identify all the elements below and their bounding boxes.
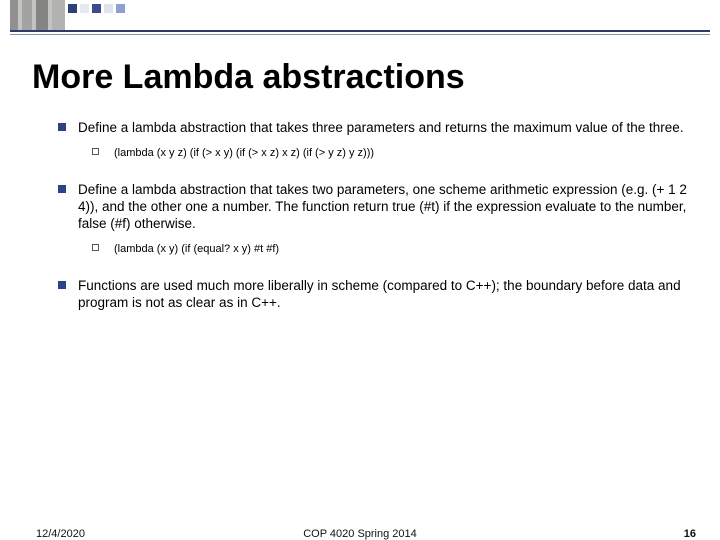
bullet-item: Functions are used much more liberally i… <box>58 277 690 312</box>
slide-title: More Lambda abstractions <box>32 58 720 97</box>
square-bullet-icon <box>58 281 66 289</box>
header-rule-thin <box>10 34 710 35</box>
sub-text: (lambda (x y z) (if (> x y) (if (> x z) … <box>114 147 374 159</box>
header-photo <box>10 0 65 30</box>
bullet-item: Define a lambda abstraction that takes t… <box>58 119 690 161</box>
bullet-text: Functions are used much more liberally i… <box>78 278 681 310</box>
bullet-item: Define a lambda abstraction that takes t… <box>58 181 690 257</box>
hollow-square-bullet-icon <box>92 244 99 251</box>
sub-item: (lambda (x y) (if (equal? x y) #t #f) <box>92 242 690 256</box>
header-squares <box>68 4 125 13</box>
square-bullet-icon <box>58 123 66 131</box>
header-rule <box>10 30 710 32</box>
slide-header <box>0 0 720 38</box>
bullet-text: Define a lambda abstraction that takes t… <box>78 182 687 232</box>
sub-text: (lambda (x y) (if (equal? x y) #t #f) <box>114 243 279 255</box>
hollow-square-bullet-icon <box>92 148 99 155</box>
square-bullet-icon <box>58 185 66 193</box>
bullet-text: Define a lambda abstraction that takes t… <box>78 120 684 135</box>
slide-body: Define a lambda abstraction that takes t… <box>58 119 690 311</box>
sub-item: (lambda (x y z) (if (> x y) (if (> x z) … <box>92 146 690 160</box>
footer-course: COP 4020 Spring 2014 <box>0 528 720 540</box>
footer-page-number: 16 <box>684 528 696 540</box>
